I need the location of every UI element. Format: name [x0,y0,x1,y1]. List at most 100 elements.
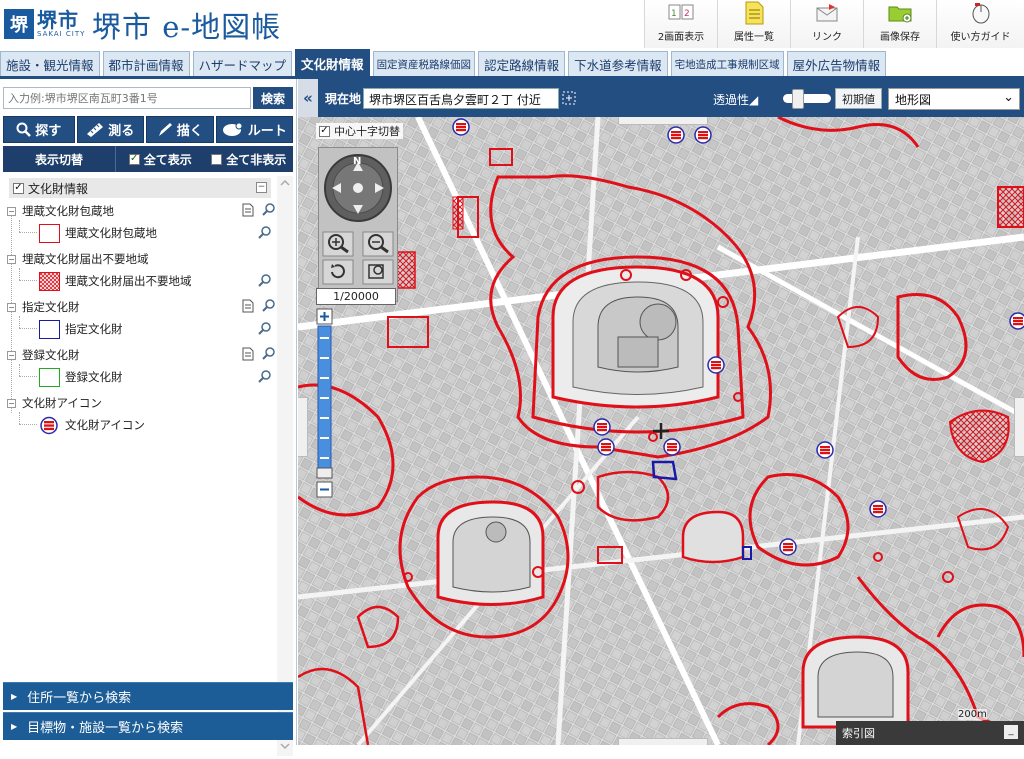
center-crosshair-icon[interactable] [561,89,577,107]
address-search: 検索 [3,87,293,109]
layer-buried-sites[interactable]: 埋蔵文化財包蔵地 [39,222,271,244]
document-icon[interactable] [242,203,254,217]
map-toolbar: « 現在地 堺市堺区百舌鳥夕雲町２丁 付近 透過性◢ 初期値 地形図 ⌄ [298,79,1024,117]
reset-transparency-button[interactable]: 初期値 [835,88,882,109]
zoom-to-layer-icon[interactable] [258,274,271,287]
zoom-to-layer-icon[interactable] [262,299,275,312]
display-toggle-bar: 表示切替 ✓ 全て表示 全て非表示 [3,146,293,172]
dual-screen-icon: 12 [668,2,694,24]
collapse-group-icon[interactable]: − [7,350,16,360]
current-location-field[interactable]: 堺市堺区百舌鳥夕雲町２丁 付近 [363,88,559,109]
show-all-toggle[interactable]: ✓ 全て表示 [116,146,205,172]
pan-north-button[interactable] [347,157,367,173]
zoom-out-button[interactable] [362,231,392,255]
collapse-group-icon[interactable]: − [7,254,16,264]
triangle-right-icon: ▶ [11,722,18,731]
layer-no-notice-areas[interactable]: 埋蔵文化財届出不要地域 [39,270,271,292]
document-icon[interactable] [242,299,254,313]
dual-screen-button[interactable]: 12 2画面表示 [644,0,717,48]
tab-cultural-properties[interactable]: 文化財情報 [295,49,370,76]
route-icon [222,122,243,136]
zoom-to-layer-icon[interactable] [262,203,275,216]
ruler-icon [87,123,104,137]
layer-icons[interactable]: 文化財アイコン [39,414,271,436]
measure-button[interactable]: 測る [76,116,145,143]
zoom-box-button[interactable] [362,259,392,283]
hide-all-checkbox[interactable] [211,153,223,165]
search-links: ▶ 住所一覧から検索 ▶ 目標物・施設一覧から検索 [3,682,293,742]
transparency-slider-track[interactable] [783,94,831,103]
transparency-slider-handle[interactable] [792,89,804,109]
tab-certified-routes[interactable]: 認定路線情報 [478,51,566,76]
collapse-panel-button[interactable]: « [298,79,318,117]
zoom-in-button[interactable] [322,231,352,255]
guide-button[interactable]: 使い方ガイド [936,0,1024,48]
tab-outdoor-ads[interactable]: 屋外広告物情報 [786,51,887,76]
layer-tree-scrollbar[interactable] [277,176,293,756]
tab-city-planning[interactable]: 都市計画情報 [102,51,190,76]
tab-hazard-map[interactable]: ハザードマップ [192,51,293,76]
link-button[interactable]: リンク [790,0,863,48]
attribute-list-button[interactable]: 属性一覧 [717,0,790,48]
tab-property-tax-route[interactable]: 固定資産税路線価図 [372,51,476,76]
layer-group-registered[interactable]: − 登録文化財 [7,346,275,364]
logo-name-jp: 堺市 [37,8,79,32]
zoom-to-layer-icon[interactable] [262,347,275,360]
layer-group-designated[interactable]: − 指定文化財 [7,298,275,316]
layer-registered[interactable]: 登録文化財 [39,366,271,388]
pen-icon [158,123,172,136]
pan-left-handle[interactable] [298,397,308,457]
layer-group-no-notice-areas[interactable]: − 埋蔵文化財届出不要地域 [7,250,275,268]
reset-view-button[interactable] [322,259,352,283]
document-icon[interactable] [242,347,254,361]
zoom-to-layer-icon[interactable] [258,226,271,239]
zoom-slider[interactable] [316,308,333,498]
app-header: 堺 堺市 SAKAI CITY 堺市 e-地図帳 12 2画面表示 属性一覧 リ… [0,0,1024,48]
layer-group-buried-sites[interactable]: − 埋蔵文化財包蔵地 [7,202,275,220]
location-label: 現在地 [325,92,362,106]
display-toggle-title: 表示切替 [3,146,116,172]
address-search-input[interactable] [3,87,251,109]
map-canvas[interactable]: ✓ 中心十字切替 N 1/20000 200m 索引図 _ [298,117,1024,745]
pan-up-handle[interactable] [618,117,708,125]
find-button[interactable]: 探す [3,116,75,143]
layer-tree-root[interactable]: ✓ 文化財情報 − [9,178,271,198]
layer-designated[interactable]: 指定文化財 [39,318,271,340]
collapse-tree-button[interactable]: − [256,182,267,193]
triangle-right-icon: ▶ [11,692,18,701]
green-outline-swatch [39,367,60,387]
scale-bar-label: 200m [958,709,987,720]
map-type-select[interactable]: 地形図 ⌄ [888,88,1020,110]
magnifier-icon [16,122,32,137]
chevron-down-icon: ⌄ [1003,90,1014,105]
crosshair-checkbox[interactable]: ✓ [319,125,330,137]
zoom-to-layer-icon[interactable] [258,322,271,335]
save-image-button[interactable]: 画像保存 [863,0,936,48]
minimize-index-map-button[interactable]: _ [1004,725,1018,739]
sakai-city-logo[interactable]: 堺 堺市 SAKAI CITY [4,5,85,43]
tab-sewer-info[interactable]: 下水道参考情報 [568,51,668,76]
hide-all-toggle[interactable]: 全て非表示 [205,146,294,172]
route-button[interactable]: ルート [215,116,294,143]
link-mail-icon [814,2,840,24]
red-outline-swatch [39,223,60,243]
address-list-search-link[interactable]: ▶ 住所一覧から検索 [3,682,293,710]
layer-group-icons[interactable]: − 文化財アイコン [7,394,275,412]
pan-right-handle[interactable] [1014,397,1024,457]
collapse-group-icon[interactable]: − [7,302,16,312]
crosshair-toggle[interactable]: ✓ 中心十字切替 [316,123,403,139]
root-layer-checkbox[interactable]: ✓ [13,182,24,194]
collapse-group-icon[interactable]: − [7,398,16,408]
landmark-list-search-link[interactable]: ▶ 目標物・施設一覧から検索 [3,712,293,740]
mouse-guide-icon [968,2,994,24]
zoom-to-layer-icon[interactable] [258,370,271,383]
collapse-group-icon[interactable]: − [7,206,16,216]
search-button[interactable]: 検索 [253,87,293,109]
app-title: 堺市 e-地図帳 [92,10,282,44]
pan-down-handle[interactable] [618,738,708,745]
tab-facilities[interactable]: 施設・観光情報 [0,51,100,76]
index-map-panel[interactable]: 索引図 _ [836,721,1024,745]
show-all-checkbox[interactable]: ✓ [128,153,140,165]
tab-land-development[interactable]: 宅地造成工事規制区域 [670,51,784,76]
draw-button[interactable]: 描く [146,116,214,143]
